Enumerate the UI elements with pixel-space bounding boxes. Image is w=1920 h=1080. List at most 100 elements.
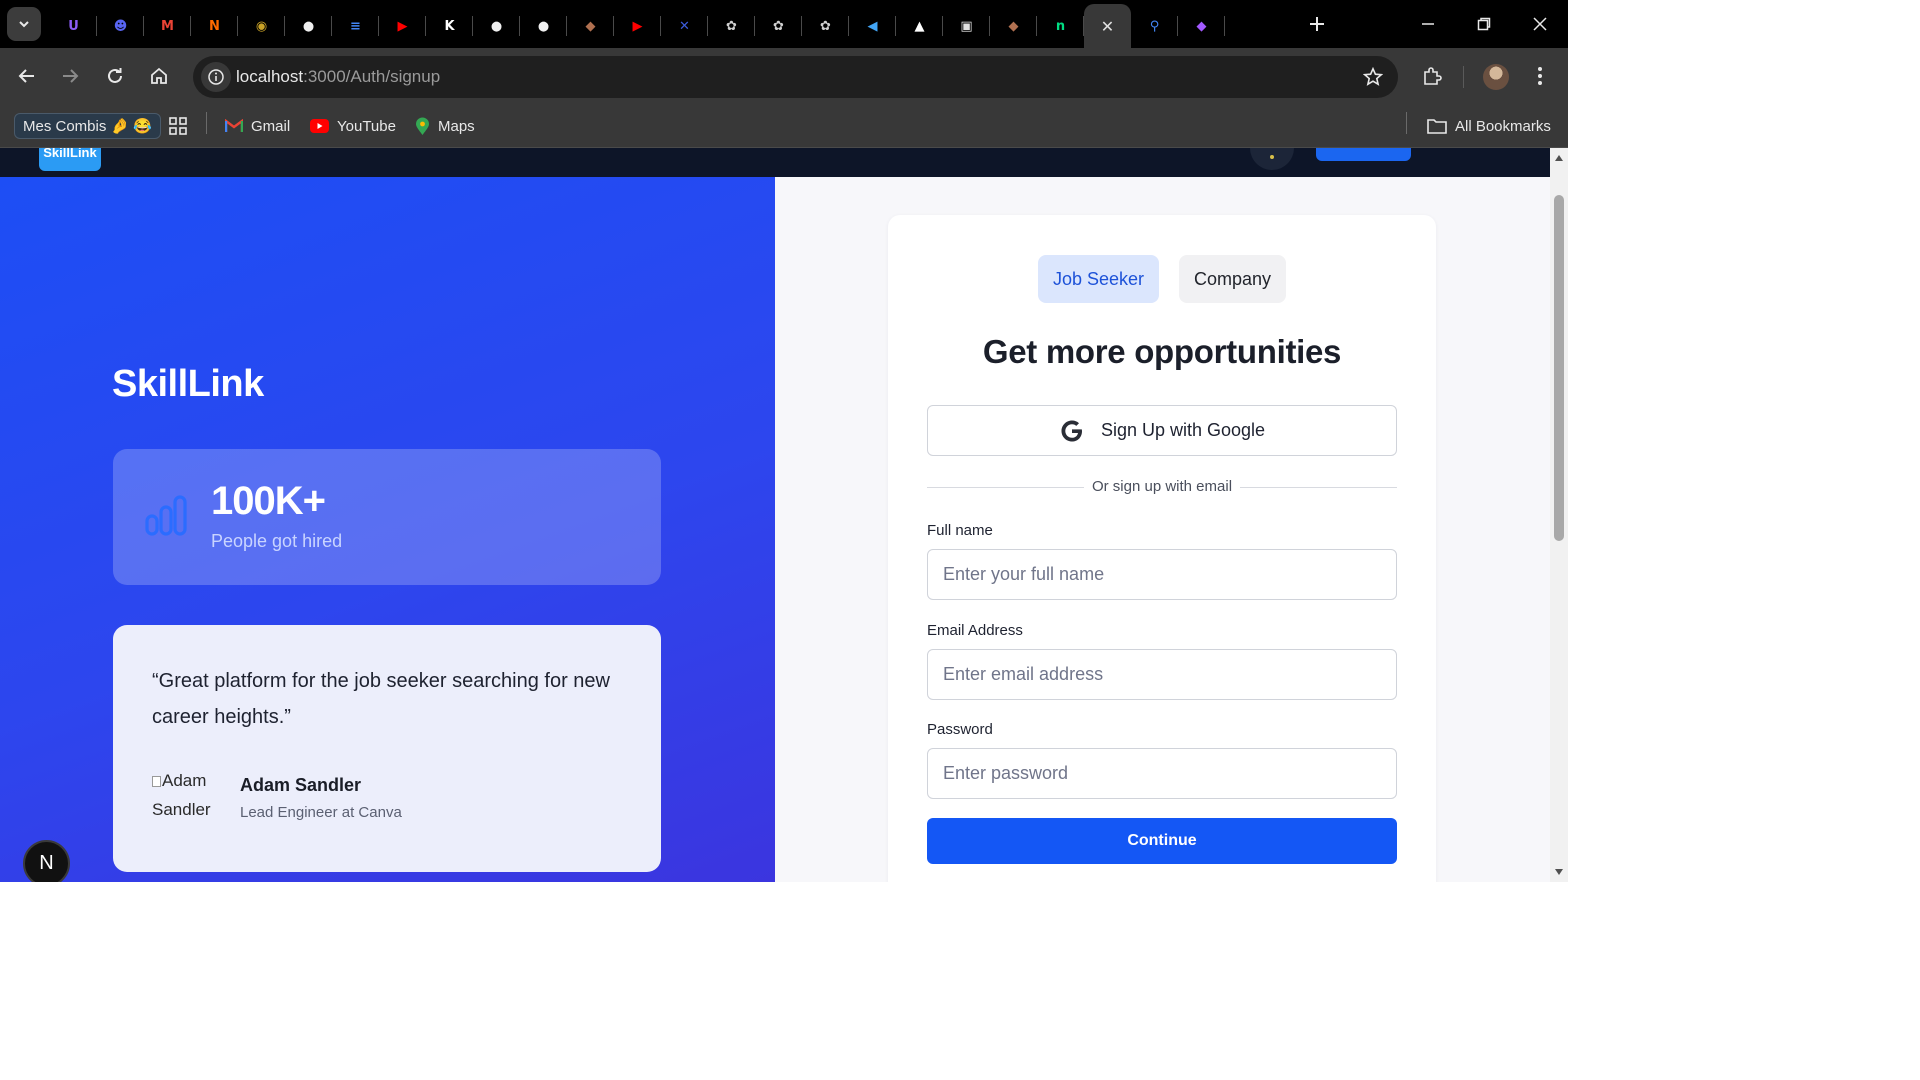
github-icon: ● — [302, 18, 315, 34]
address-bar[interactable]: localhost:3000/Auth/signup — [193, 56, 1398, 98]
monitor-icon: ▣ — [960, 18, 973, 34]
profile-avatar[interactable] — [1483, 64, 1509, 90]
stat-label: People got hired — [211, 531, 343, 551]
author-name: Adam Sandler — [240, 775, 362, 795]
url-text[interactable]: localhost:3000/Auth/signup — [236, 67, 440, 87]
tab-company[interactable]: Company — [1179, 255, 1286, 303]
browser-tab[interactable]: ☻ — [97, 4, 144, 48]
browser-tab[interactable]: ◆ — [990, 4, 1037, 48]
puzzle-icon — [1424, 67, 1442, 85]
minimize-button[interactable] — [1400, 0, 1456, 48]
nextjs-dev-badge[interactable]: N — [23, 840, 70, 882]
bookmarks-bar: Mes Combis 🤌 😂 Gmail YouTube Maps All Bo… — [0, 104, 1568, 148]
onedrive-u-icon: U — [68, 18, 79, 34]
new-tab-button[interactable] — [1302, 9, 1332, 39]
anime-avatar-icon: ◆ — [1008, 18, 1019, 34]
back-button[interactable] — [11, 60, 43, 92]
cursor-app-icon: ✕ — [679, 18, 690, 34]
google-g-icon — [1061, 420, 1082, 441]
full-name-input[interactable] — [927, 549, 1397, 600]
extensions-button[interactable] — [1416, 60, 1448, 92]
stat-card: 100K+ People got hired — [113, 449, 661, 585]
all-bookmarks-button[interactable]: All Bookmarks — [1427, 112, 1551, 140]
browser-tab[interactable]: ✿ — [755, 4, 802, 48]
google-signup-label: Sign Up with Google — [1100, 420, 1266, 440]
kebab-menu-icon — [1538, 67, 1542, 85]
google-signup-button[interactable]: Sign Up with Google — [927, 405, 1397, 456]
close-icon[interactable]: ✕ — [1099, 17, 1117, 36]
navbar-logo[interactable]: SkillLink — [39, 148, 101, 171]
continue-button[interactable]: Continue — [927, 818, 1397, 864]
browser-tab[interactable]: ◉ — [238, 4, 285, 48]
browser-tab[interactable]: ▶ — [379, 4, 426, 48]
browser-tab-active[interactable]: ✕ — [1084, 4, 1131, 48]
browser-tab[interactable]: ✕ — [661, 4, 708, 48]
browser-tab[interactable]: ◀ — [849, 4, 896, 48]
password-label: Password — [927, 721, 993, 738]
info-icon — [208, 69, 224, 85]
youtube-icon — [310, 119, 329, 133]
bookmark-gmail[interactable]: Gmail — [225, 112, 290, 140]
gmail-icon: M — [161, 18, 174, 34]
globe-badge-icon: ◉ — [255, 18, 268, 34]
browser-tab[interactable]: ✿ — [802, 4, 849, 48]
browser-tab[interactable]: ◆ — [567, 4, 614, 48]
browser-tab[interactable]: n — [1037, 4, 1084, 48]
browser-tab[interactable]: ● — [285, 4, 332, 48]
browser-tab[interactable]: ● — [520, 4, 567, 48]
promo-panel: SkillLink 100K+ People got hired “Great … — [0, 177, 775, 882]
framer-icon: K — [444, 18, 455, 34]
forward-button[interactable] — [54, 60, 86, 92]
bookmark-label: Gmail — [251, 117, 291, 135]
tab-search-button[interactable] — [7, 7, 41, 41]
page-viewport: SkillLink SkillLink 100K+ People got hir… — [0, 148, 1550, 882]
scroll-up-arrow-icon — [1555, 155, 1563, 161]
browser-tab[interactable]: M — [144, 4, 191, 48]
home-button[interactable] — [143, 60, 175, 92]
restore-button[interactable] — [1456, 0, 1512, 48]
bookmark-mes-combis[interactable]: Mes Combis 🤌 😂 — [14, 113, 162, 139]
browser-tab[interactable]: ● — [473, 4, 520, 48]
bookmarks-divider — [206, 112, 207, 134]
browser-toolbar: localhost:3000/Auth/signup — [0, 48, 1568, 104]
bookmark-star-button[interactable] — [1360, 64, 1386, 90]
browser-tab[interactable]: ✿ — [708, 4, 755, 48]
navbar-action-button[interactable] — [1316, 148, 1411, 161]
page-scrollbar[interactable] — [1550, 148, 1568, 882]
star-icon — [1363, 67, 1383, 86]
browser-menu-button[interactable] — [1524, 60, 1556, 92]
gmail-icon — [225, 119, 243, 132]
bookmark-youtube[interactable]: YouTube — [310, 112, 396, 140]
close-window-button[interactable] — [1512, 0, 1568, 48]
youtube-icon: ▶ — [397, 18, 408, 34]
browser-tab[interactable]: ≡ — [332, 4, 379, 48]
reload-icon — [108, 68, 122, 83]
tab-job-seeker[interactable]: Job Seeker — [1038, 255, 1159, 303]
github-icon: ● — [537, 18, 550, 34]
site-info-button[interactable] — [201, 62, 231, 92]
browser-tab[interactable]: ▶ — [614, 4, 661, 48]
browser-tab[interactable]: ◆ — [1178, 4, 1225, 48]
chatgpt-icon: ✿ — [726, 18, 737, 34]
email-input[interactable] — [927, 649, 1397, 700]
reload-button[interactable] — [99, 60, 131, 92]
nuxt-icon: n — [1055, 18, 1066, 34]
arrow-right-icon — [63, 69, 79, 83]
navbar-theme-toggle[interactable] — [1250, 148, 1294, 170]
home-icon — [151, 67, 167, 84]
browser-tab[interactable]: K — [426, 4, 473, 48]
browser-tab[interactable]: ▲ — [896, 4, 943, 48]
browser-tab[interactable]: N — [191, 4, 238, 48]
url-host: localhost — [236, 67, 304, 86]
browser-tab[interactable]: ⚲ — [1131, 4, 1178, 48]
flutter-icon: ◀ — [867, 18, 878, 34]
scrollbar-thumb[interactable] — [1554, 195, 1564, 541]
browser-tab[interactable]: U — [50, 4, 97, 48]
testimonial-card: “Great platform for the job seeker searc… — [113, 625, 661, 872]
password-input[interactable] — [927, 748, 1397, 799]
brand-title: SkillLink — [112, 363, 264, 405]
bookmark-maps[interactable]: Maps — [415, 112, 475, 140]
bookmark-label: All Bookmarks — [1455, 117, 1551, 135]
browser-tab[interactable]: ▣ — [943, 4, 990, 48]
apps-button[interactable] — [168, 112, 188, 140]
